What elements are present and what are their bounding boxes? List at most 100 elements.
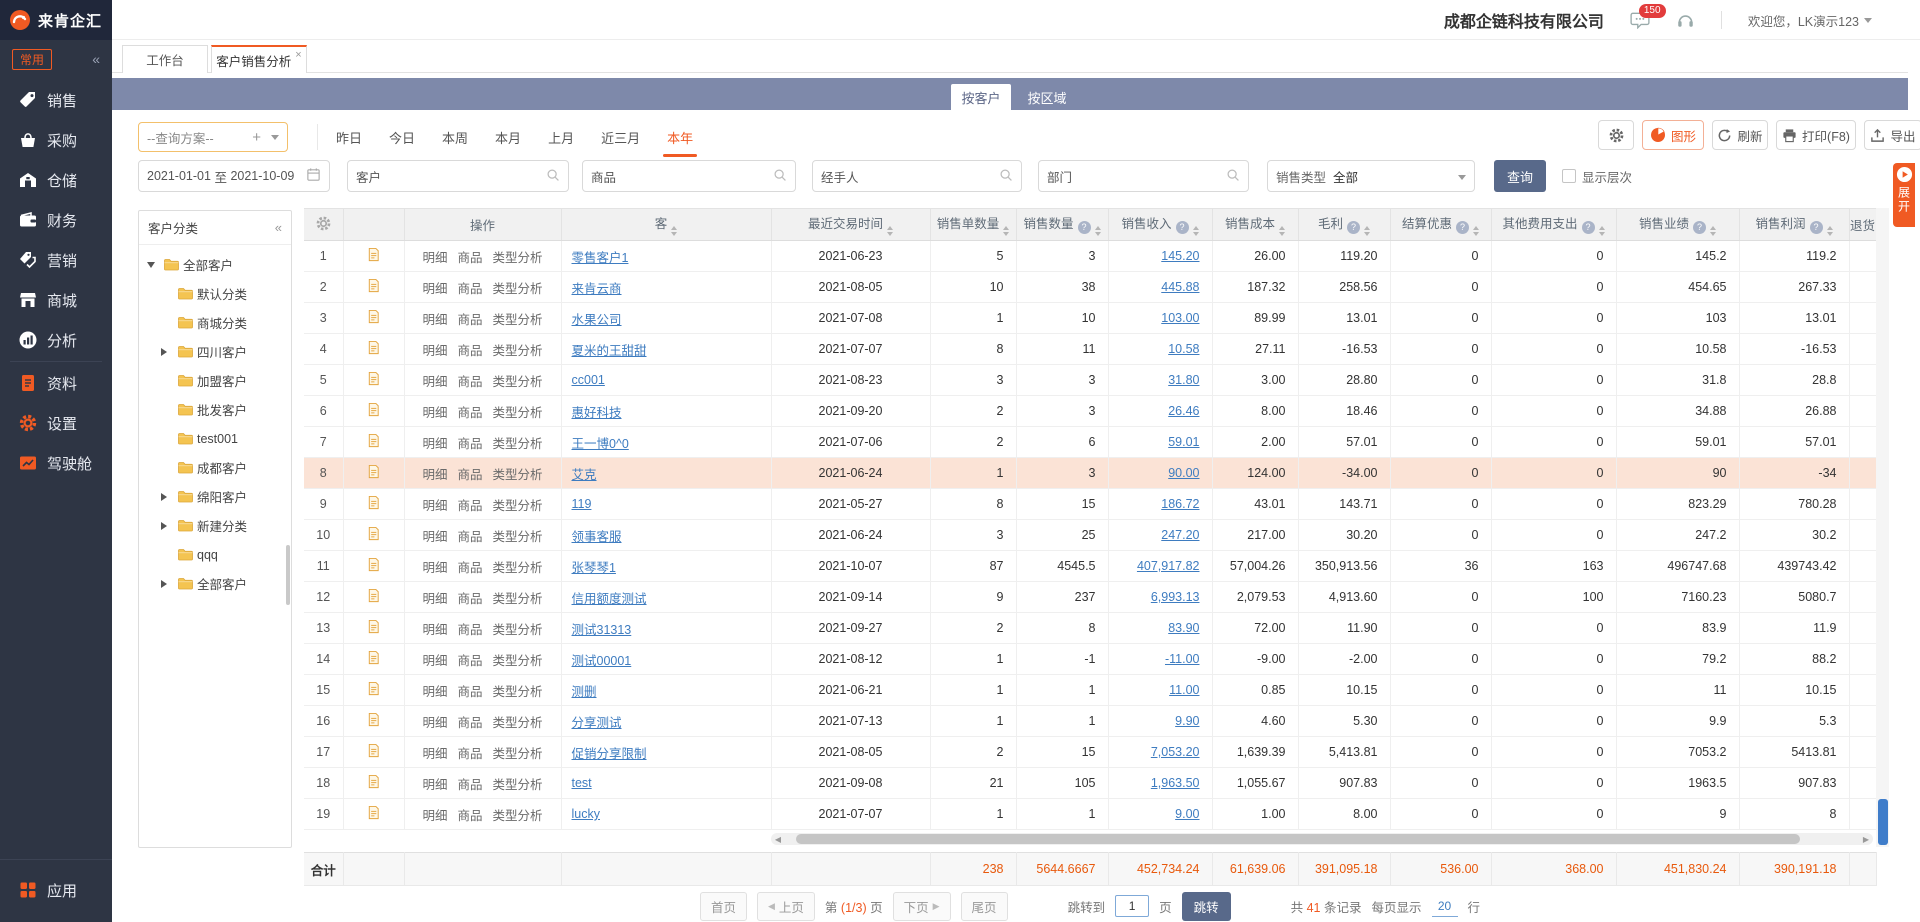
op-link-product[interactable]: 商品 <box>457 375 482 389</box>
op-link-type-analysis[interactable]: 类型分析 <box>493 561 543 575</box>
op-link-detail[interactable]: 明细 <box>422 406 447 420</box>
date-shortcut-2[interactable]: 本周 <box>442 124 468 151</box>
customer-link[interactable]: 测删 <box>572 685 597 699</box>
logo[interactable]: 来肯企汇 <box>0 0 112 40</box>
op-link-product[interactable]: 商品 <box>457 344 482 358</box>
row-doc-icon-cell[interactable] <box>343 365 404 396</box>
column-header[interactable]: 销售业绩? <box>1616 209 1739 241</box>
help-icon[interactable]: ? <box>1347 221 1360 234</box>
revenue-link[interactable]: 1,963.50 <box>1151 776 1200 790</box>
op-link-detail[interactable]: 明细 <box>422 251 447 265</box>
vertical-scrollbar-thumb[interactable] <box>1878 799 1888 845</box>
customer-link[interactable]: 分享测试 <box>572 716 622 730</box>
sidebar-item-finance[interactable]: 财务 <box>0 200 112 240</box>
row-doc-icon-cell[interactable] <box>343 396 404 427</box>
horizontal-scrollbar-thumb[interactable] <box>796 834 1800 844</box>
help-icon[interactable]: ? <box>1693 221 1706 234</box>
sidebar-item-cockpit[interactable]: 驾驶舱 <box>0 443 112 483</box>
op-link-type-analysis[interactable]: 类型分析 <box>493 778 543 792</box>
customer-link[interactable]: 领事客服 <box>572 530 622 544</box>
row-doc-icon-cell[interactable] <box>343 644 404 675</box>
expand-panel-button[interactable]: 展开 <box>1893 163 1915 227</box>
tree-item[interactable]: 四川客户 <box>139 337 291 366</box>
revenue-link[interactable]: 11.00 <box>1169 683 1199 697</box>
column-header[interactable]: 销售单数量 <box>930 209 1016 241</box>
column-header[interactable]: 销售数量? <box>1016 209 1108 241</box>
revenue-link[interactable]: 6,993.13 <box>1151 590 1200 604</box>
row-doc-icon-cell[interactable] <box>343 334 404 365</box>
revenue-link[interactable]: 26.46 <box>1168 404 1199 418</box>
tab-customer-sales-analysis[interactable]: 客户销售分析× <box>211 45 307 73</box>
show-hierarchy-checkbox[interactable]: 显示层次 <box>1562 160 1632 192</box>
date-shortcut-6[interactable]: 本年 <box>667 124 693 151</box>
caret-right-icon[interactable] <box>161 580 167 588</box>
date-shortcut-0[interactable]: 昨日 <box>336 124 362 151</box>
op-link-detail[interactable]: 明细 <box>422 313 447 327</box>
op-link-type-analysis[interactable]: 类型分析 <box>493 809 543 823</box>
jump-button[interactable]: 跳转 <box>1182 892 1231 921</box>
tree-item[interactable]: 成都客户 <box>139 453 291 482</box>
tree-item[interactable]: qqq <box>139 540 291 569</box>
op-link-product[interactable]: 商品 <box>457 313 482 327</box>
row-doc-icon-cell[interactable] <box>343 489 404 520</box>
op-link-detail[interactable]: 明细 <box>422 561 447 575</box>
op-link-type-analysis[interactable]: 类型分析 <box>493 437 543 451</box>
column-header[interactable]: 其他费用支出? <box>1491 209 1616 241</box>
sidebar-item-settings[interactable]: 设置 <box>0 403 112 443</box>
favorites-badge[interactable]: 常用 <box>12 49 52 70</box>
op-link-type-analysis[interactable]: 类型分析 <box>493 530 543 544</box>
tree-collapse-icon[interactable]: « <box>275 220 282 235</box>
next-page-button[interactable]: 下页▶ <box>893 892 951 921</box>
search-icon-wrap[interactable] <box>546 168 560 185</box>
row-doc-icon-cell[interactable] <box>343 582 404 613</box>
op-link-type-analysis[interactable]: 类型分析 <box>493 654 543 668</box>
op-link-product[interactable]: 商品 <box>457 623 482 637</box>
op-link-type-analysis[interactable]: 类型分析 <box>493 375 543 389</box>
revenue-link[interactable]: 247.20 <box>1161 528 1199 542</box>
help-icon[interactable]: ? <box>1456 221 1469 234</box>
op-link-product[interactable]: 商品 <box>457 468 482 482</box>
op-link-type-analysis[interactable]: 类型分析 <box>493 747 543 761</box>
revenue-link[interactable]: 90.00 <box>1168 466 1199 480</box>
column-header[interactable]: 最近交易时间 <box>771 209 930 241</box>
op-link-detail[interactable]: 明细 <box>422 685 447 699</box>
add-plan-icon[interactable]: + <box>252 129 271 146</box>
sidebar-item-purchase[interactable]: 采购 <box>0 120 112 160</box>
op-link-type-analysis[interactable]: 类型分析 <box>493 623 543 637</box>
sidebar-item-materials[interactable]: 资料 <box>0 363 112 403</box>
date-shortcut-4[interactable]: 上月 <box>548 124 574 151</box>
caret-right-icon[interactable] <box>161 522 167 530</box>
tree-item[interactable]: 全部客户 <box>139 569 291 598</box>
row-doc-icon-cell[interactable] <box>343 272 404 303</box>
date-shortcut-5[interactable]: 近三月 <box>601 124 640 151</box>
op-link-detail[interactable]: 明细 <box>422 716 447 730</box>
tree-item[interactable]: 批发客户 <box>139 395 291 424</box>
op-link-product[interactable]: 商品 <box>457 251 482 265</box>
export-button[interactable]: 导出 <box>1864 120 1920 150</box>
sidebar-item-warehouse[interactable]: 仓储 <box>0 160 112 200</box>
scroll-left-icon[interactable]: ◀ <box>771 835 785 844</box>
op-link-detail[interactable]: 明细 <box>422 747 447 761</box>
op-link-detail[interactable]: 明细 <box>422 344 447 358</box>
column-header[interactable]: 销售利润? <box>1739 209 1849 241</box>
row-doc-icon-cell[interactable] <box>343 675 404 706</box>
op-link-product[interactable]: 商品 <box>457 809 482 823</box>
row-doc-icon-cell[interactable] <box>343 768 404 799</box>
op-link-detail[interactable]: 明细 <box>422 499 447 513</box>
op-link-detail[interactable]: 明细 <box>422 654 447 668</box>
sidebar-collapse-icon[interactable]: « <box>92 51 100 67</box>
op-link-product[interactable]: 商品 <box>457 499 482 513</box>
customer-link[interactable]: 水果公司 <box>572 313 622 327</box>
first-page-button[interactable]: 首页 <box>700 892 747 921</box>
op-link-product[interactable]: 商品 <box>457 685 482 699</box>
op-link-detail[interactable]: 明细 <box>422 437 447 451</box>
customer-link[interactable]: 张琴琴1 <box>572 561 616 575</box>
op-link-product[interactable]: 商品 <box>457 530 482 544</box>
help-icon[interactable]: ? <box>1582 221 1595 234</box>
refresh-button[interactable]: 刷新 <box>1712 120 1768 150</box>
customer-link[interactable]: 测试31313 <box>572 623 632 637</box>
op-link-type-analysis[interactable]: 类型分析 <box>493 282 543 296</box>
op-link-product[interactable]: 商品 <box>457 654 482 668</box>
customer-link[interactable]: 来肯云商 <box>572 282 622 296</box>
department-search-input[interactable] <box>1047 169 1226 183</box>
